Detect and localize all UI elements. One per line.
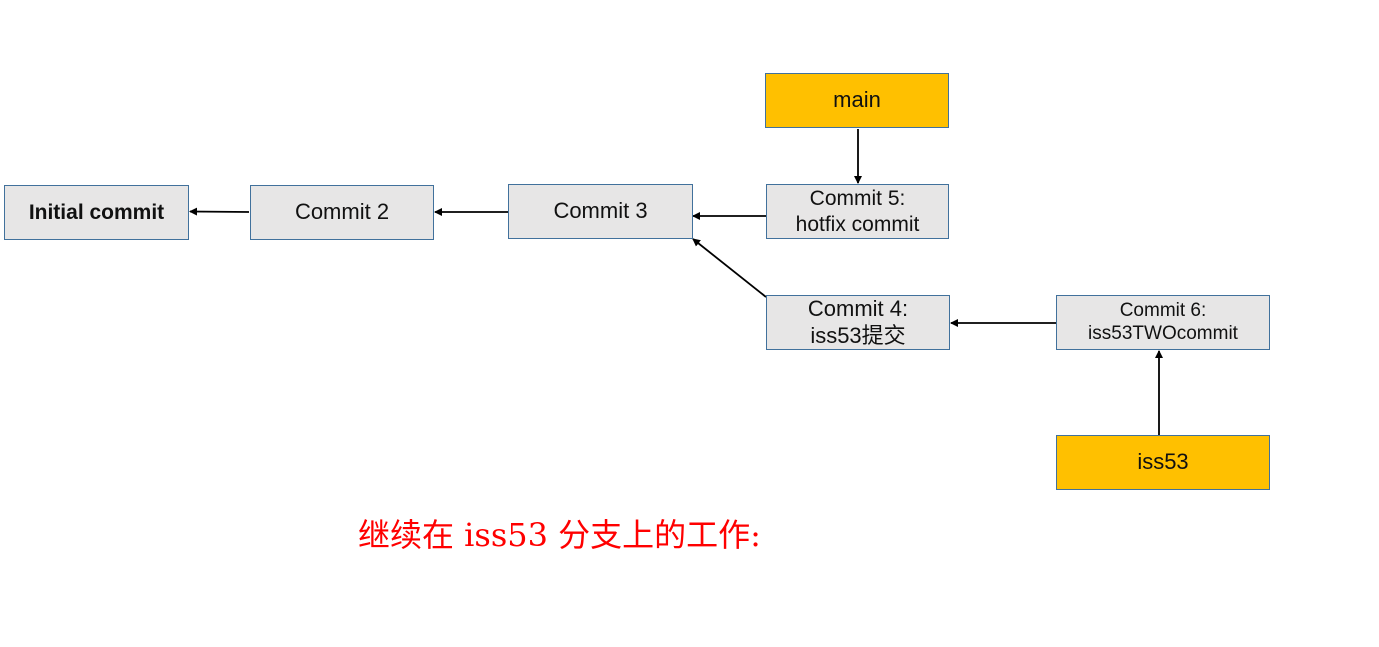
commit-6-message: iss53TWOcommit	[1088, 322, 1238, 344]
branch-main-label: main	[833, 87, 881, 113]
commit-3[interactable]: Commit 3	[508, 184, 693, 239]
commit-initial-label: Initial commit	[28, 200, 165, 224]
commit-2[interactable]: Commit 2	[250, 185, 434, 240]
commit-4-message: iss53提交	[810, 322, 906, 348]
commit-5[interactable]: Commit 5: hotfix commit	[766, 184, 949, 239]
commit-4[interactable]: Commit 4: iss53提交	[766, 295, 950, 350]
commit-2-label: Commit 2	[294, 199, 390, 225]
commit-3-label: Commit 3	[553, 198, 648, 224]
commit-5-message: hotfix commit	[795, 212, 920, 236]
branch-main[interactable]: main	[765, 73, 949, 128]
branch-iss53[interactable]: iss53	[1056, 435, 1270, 490]
commit-initial[interactable]: Initial commit	[4, 185, 189, 240]
commit-6[interactable]: Commit 6: iss53TWOcommit	[1056, 295, 1270, 350]
edge-c4-to-c3	[692, 238, 767, 298]
edge-c2-to-initial	[189, 207, 250, 216]
commit-5-title: Commit 5:	[809, 187, 906, 211]
commit-6-title: Commit 6:	[1119, 299, 1207, 321]
commit-4-title: Commit 4:	[807, 296, 909, 322]
caption-text: 继续在 iss53 分支上的工作:	[358, 516, 761, 554]
branch-iss53-label: iss53	[1137, 449, 1189, 475]
